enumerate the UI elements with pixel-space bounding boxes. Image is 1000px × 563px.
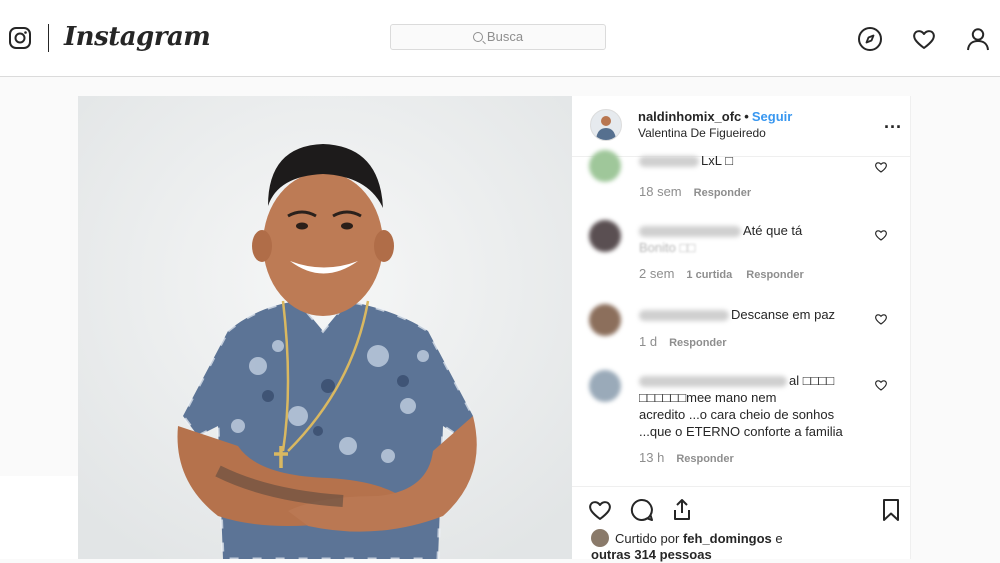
- commenter-avatar[interactable]: [589, 150, 621, 182]
- comment-item: Descanse em paz 1 d Responder: [572, 302, 910, 354]
- post-header: naldinhomix_ofc • Seguir Valentina De Figu…: [572, 96, 910, 157]
- like-comment-heart-icon[interactable]: [874, 160, 888, 174]
- liked-by-summary: Curtido por feh_domingos e outras 314 pes…: [591, 529, 783, 562]
- commenter-avatar[interactable]: [589, 304, 621, 336]
- like-comment-heart-icon[interactable]: [874, 378, 888, 392]
- comment-age[interactable]: 18 sem: [639, 184, 682, 199]
- comment-text: LxL □: [639, 152, 869, 169]
- comment-text: Até que tá Bonito □□: [639, 223, 803, 255]
- blurred-username: [639, 310, 729, 322]
- search-input[interactable]: Busca: [390, 24, 606, 50]
- blurred-username: [639, 226, 741, 238]
- profile-user-icon[interactable]: [965, 26, 991, 52]
- liker-username[interactable]: feh_domingos: [683, 531, 772, 546]
- author-username[interactable]: naldinhomix_ofc: [638, 109, 741, 124]
- post-actions: Curtido por feh_domingos e outras 314 pes…: [572, 486, 910, 562]
- comment-bubble-icon[interactable]: [629, 497, 655, 523]
- comment-meta: 18 sem Responder: [639, 184, 765, 199]
- author-avatar[interactable]: [590, 109, 622, 141]
- commenter-avatar[interactable]: [589, 370, 621, 402]
- separator-dot: •: [744, 109, 749, 124]
- logo-divider: [48, 24, 49, 52]
- search-placeholder: Busca: [486, 29, 524, 44]
- share-upload-icon[interactable]: [669, 497, 695, 523]
- comment-meta: 2 sem 1 curtida Responder: [639, 266, 818, 281]
- comment-age[interactable]: 2 sem: [639, 266, 674, 281]
- comment-item: al □□□□ □□□□□□mee mano nem acredito ...o c…: [572, 368, 910, 468]
- portrait-illustration: [78, 96, 572, 559]
- brand-logo[interactable]: Instagram: [64, 22, 211, 52]
- reply-link[interactable]: Responder: [694, 187, 751, 199]
- comment-meta: 1 d Responder: [639, 334, 741, 349]
- page-background-strip: [0, 476, 78, 559]
- reply-link[interactable]: Responder: [676, 453, 733, 465]
- blurred-username: [639, 156, 699, 168]
- comment-text: Descanse em paz: [639, 306, 869, 323]
- post-details-panel: naldinhomix_ofc • Seguir Valentina De Figu…: [572, 96, 911, 562]
- author-line: naldinhomix_ofc • Seguir: [638, 109, 792, 124]
- top-navigation-bar: Instagram Busca: [0, 0, 1000, 77]
- post-location[interactable]: Valentina De Figueiredo: [638, 126, 766, 140]
- comment-item: LxL □ 18 sem Responder: [572, 150, 910, 208]
- explore-compass-icon[interactable]: [857, 26, 883, 52]
- likes-count-link[interactable]: 1 curtida: [686, 269, 732, 281]
- comment-age[interactable]: 13 h: [639, 450, 664, 465]
- like-heart-icon[interactable]: [587, 497, 613, 523]
- save-bookmark-icon[interactable]: [878, 497, 904, 523]
- post-photo[interactable]: [78, 96, 572, 559]
- like-comment-heart-icon[interactable]: [874, 228, 888, 242]
- comment-text: al □□□□ □□□□□□mee mano nem acredito ...o c…: [639, 373, 843, 439]
- others-likes-link[interactable]: outras 314 pessoas: [591, 547, 712, 562]
- search-icon: [472, 32, 483, 42]
- liker-avatar[interactable]: [591, 529, 609, 547]
- reply-link[interactable]: Responder: [669, 337, 726, 349]
- instagram-camera-icon[interactable]: [8, 26, 32, 50]
- comment-age[interactable]: 1 d: [639, 334, 657, 349]
- comment-item: Até que tá Bonito □□ 2 sem 1 curtida Respon…: [572, 218, 910, 282]
- blurred-username: [639, 376, 787, 388]
- like-comment-heart-icon[interactable]: [874, 312, 888, 326]
- commenter-avatar[interactable]: [589, 220, 621, 252]
- reply-link[interactable]: Responder: [746, 269, 803, 281]
- activity-heart-icon[interactable]: [911, 26, 937, 52]
- more-options-button[interactable]: ...: [884, 112, 902, 133]
- comment-meta: 13 h Responder: [639, 450, 748, 465]
- follow-button[interactable]: Seguir: [752, 109, 792, 124]
